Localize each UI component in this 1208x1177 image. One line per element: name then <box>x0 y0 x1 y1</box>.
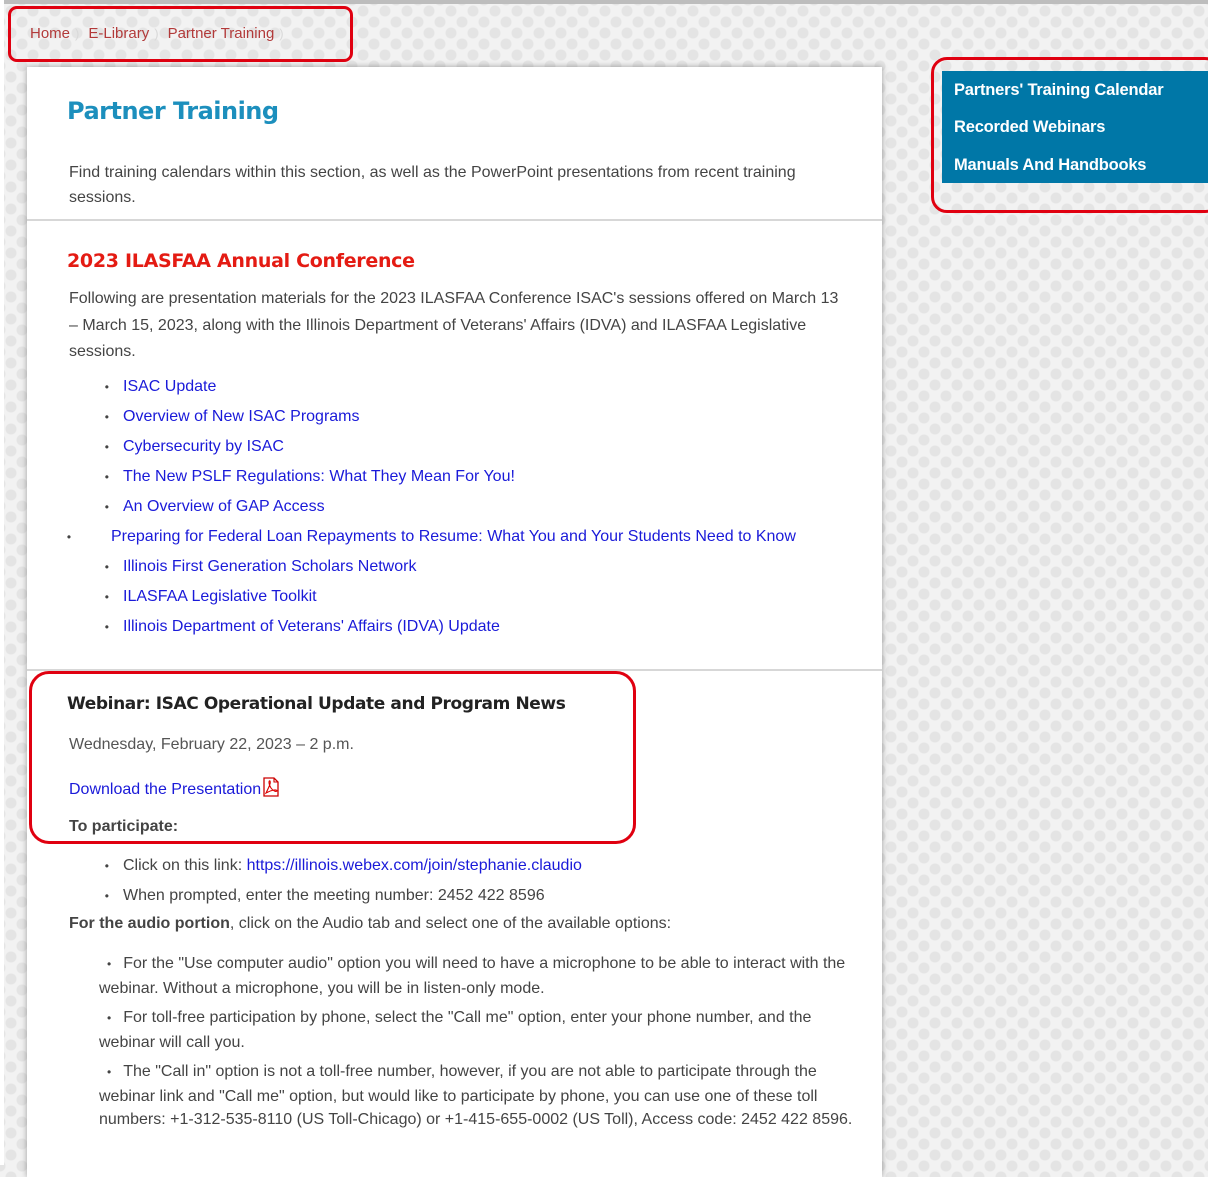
breadcrumb-highlight-box <box>8 6 353 62</box>
participate-steps-list: • Click on this link: https://illinois.we… <box>69 854 839 914</box>
list-item: • For toll-free participation by phone, s… <box>99 1009 812 1051</box>
list-item: • Illinois Department of Veterans' Affair… <box>104 618 500 635</box>
link-new-isac-programs[interactable]: Overview of New ISAC Programs <box>123 408 360 425</box>
top-border <box>0 0 1208 4</box>
link-loan-repayments[interactable]: Preparing for Federal Loan Repayments to… <box>111 528 796 545</box>
join-prefix: Click on this link: <box>123 857 247 874</box>
page-intro: Find training calendars within this sect… <box>69 164 796 206</box>
audio-instructions: For the audio portion, click on the Audi… <box>69 915 849 933</box>
link-isac-update[interactable]: ISAC Update <box>123 378 216 395</box>
list-item: • Overview of New ISAC Programs <box>104 408 360 425</box>
list-item: • For the "Use computer audio" option you… <box>99 955 846 997</box>
link-idva-update[interactable]: Illinois Department of Veterans' Affairs… <box>123 618 500 635</box>
link-legislative-toolkit[interactable]: ILASFAA Legislative Toolkit <box>123 588 317 605</box>
audio-option-computer: For the "Use computer audio" option you … <box>99 955 846 997</box>
link-pslf-regulations[interactable]: The New PSLF Regulations: What They Mean… <box>123 468 515 485</box>
meeting-number-text: When prompted, enter the meeting number:… <box>123 887 545 904</box>
left-border <box>0 0 4 1165</box>
audio-option-call-in: The "Call in" option is not a toll-free … <box>99 1063 853 1128</box>
list-item: • An Overview of GAP Access <box>104 498 325 515</box>
list-item: • Illinois First Generation Scholars Netw… <box>104 558 417 575</box>
list-item: • Click on this link: https://illinois.we… <box>104 857 582 874</box>
list-item: • ILASFAA Legislative Toolkit <box>104 588 317 605</box>
audio-options-list: • For the "Use computer audio" option you… <box>99 952 859 1138</box>
link-gap-access[interactable]: An Overview of GAP Access <box>123 498 325 515</box>
webinar-highlight-box <box>29 671 636 844</box>
list-item: • The New PSLF Regulations: What They Mea… <box>104 468 515 485</box>
audio-option-call-me: For toll-free participation by phone, se… <box>99 1009 812 1051</box>
sidebar-highlight-box <box>931 57 1208 213</box>
webex-join-link[interactable]: https://illinois.webex.com/join/stephani… <box>247 857 582 874</box>
audio-bold: For the audio portion <box>69 915 230 932</box>
conference-description: Following are presentation materials for… <box>69 290 839 360</box>
main-content-card: Partner Training Find training calendars… <box>27 67 882 1177</box>
list-item: • Cybersecurity by ISAC <box>104 438 284 455</box>
list-item: • ISAC Update <box>104 378 217 395</box>
conference-links-list: • ISAC Update • Overview of New ISAC Progr… <box>66 375 839 645</box>
page-title: Partner Training <box>67 97 279 125</box>
conference-title: 2023 ILASFAA Annual Conference <box>67 250 415 272</box>
list-item: • When prompted, enter the meeting number… <box>104 887 545 904</box>
link-first-gen-scholars[interactable]: Illinois First Generation Scholars Netwo… <box>123 558 416 575</box>
list-item: • Preparing for Federal Loan Repayments t… <box>66 528 796 545</box>
link-cybersecurity[interactable]: Cybersecurity by ISAC <box>123 438 284 455</box>
list-item: • The "Call in" option is not a toll-free… <box>99 1063 853 1128</box>
section-divider <box>27 219 882 221</box>
audio-rest: , click on the Audio tab and select one … <box>229 915 672 932</box>
